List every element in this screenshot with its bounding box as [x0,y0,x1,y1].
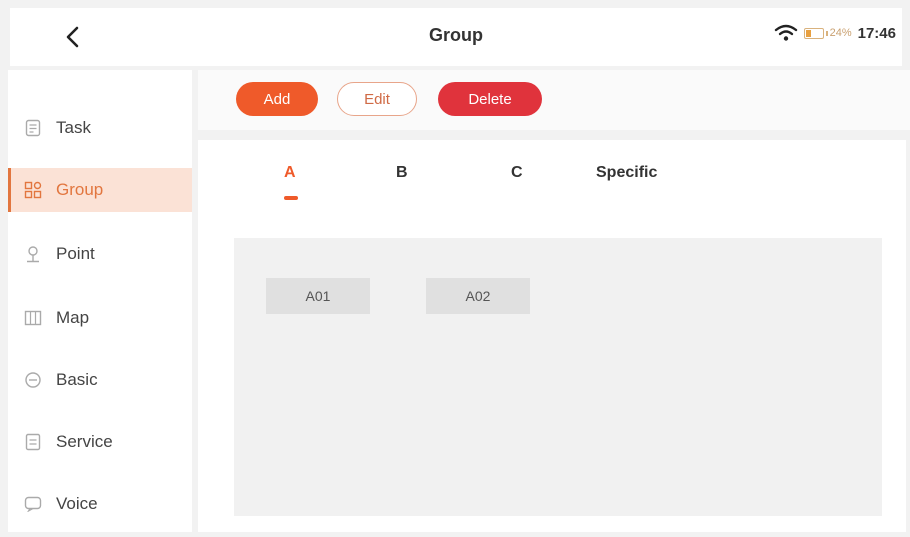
active-tab-indicator [284,196,298,200]
group-panel: A B C Specific A01 A02 [198,140,906,532]
service-icon [24,433,42,451]
sidebar: Task Group Point Map Basic Service Voice [8,70,192,532]
basic-icon [24,371,42,389]
sidebar-item-voice[interactable]: Voice [8,482,192,526]
delete-button[interactable]: Delete [438,82,542,116]
sidebar-item-point[interactable]: Point [8,232,192,276]
sidebar-item-label: Voice [56,494,98,513]
battery-icon [803,27,824,39]
sidebar-item-map[interactable]: Map [8,296,192,340]
points-grid: A01 A02 [234,238,882,516]
top-bar: Group 24% 17:46 [10,8,902,66]
map-icon [24,309,42,327]
battery-indicator: 24% [803,27,852,39]
add-button[interactable]: Add [236,82,318,116]
sidebar-item-label: Service [56,432,113,451]
tab-c[interactable]: C [511,164,523,182]
point-chip-a01[interactable]: A01 [266,278,370,314]
sidebar-item-service[interactable]: Service [8,420,192,464]
status-bar: 24% 17:46 [774,24,896,42]
point-chip-a02[interactable]: A02 [426,278,530,314]
tab-specific[interactable]: Specific [596,164,657,182]
page-title: Group [429,25,483,45]
group-icon [24,181,42,199]
tab-b[interactable]: B [396,164,408,182]
battery-percent: 24% [829,27,852,39]
wifi-icon [774,24,797,41]
task-icon [24,119,42,137]
sidebar-item-label: Map [56,308,90,327]
voice-icon [24,495,42,513]
tab-a[interactable]: A [284,164,296,182]
sidebar-item-label: Basic [56,370,98,389]
sidebar-item-basic[interactable]: Basic [8,358,192,402]
point-icon [24,245,42,263]
sidebar-item-label: Point [56,244,95,263]
sidebar-item-label: Task [56,118,91,137]
sidebar-item-task[interactable]: Task [8,106,192,150]
clock: 17:46 [857,24,896,42]
sidebar-item-group[interactable]: Group [8,168,192,212]
sidebar-item-label: Group [56,180,104,199]
edit-button[interactable]: Edit [337,82,417,116]
action-toolbar: Add Edit Delete [198,70,910,130]
